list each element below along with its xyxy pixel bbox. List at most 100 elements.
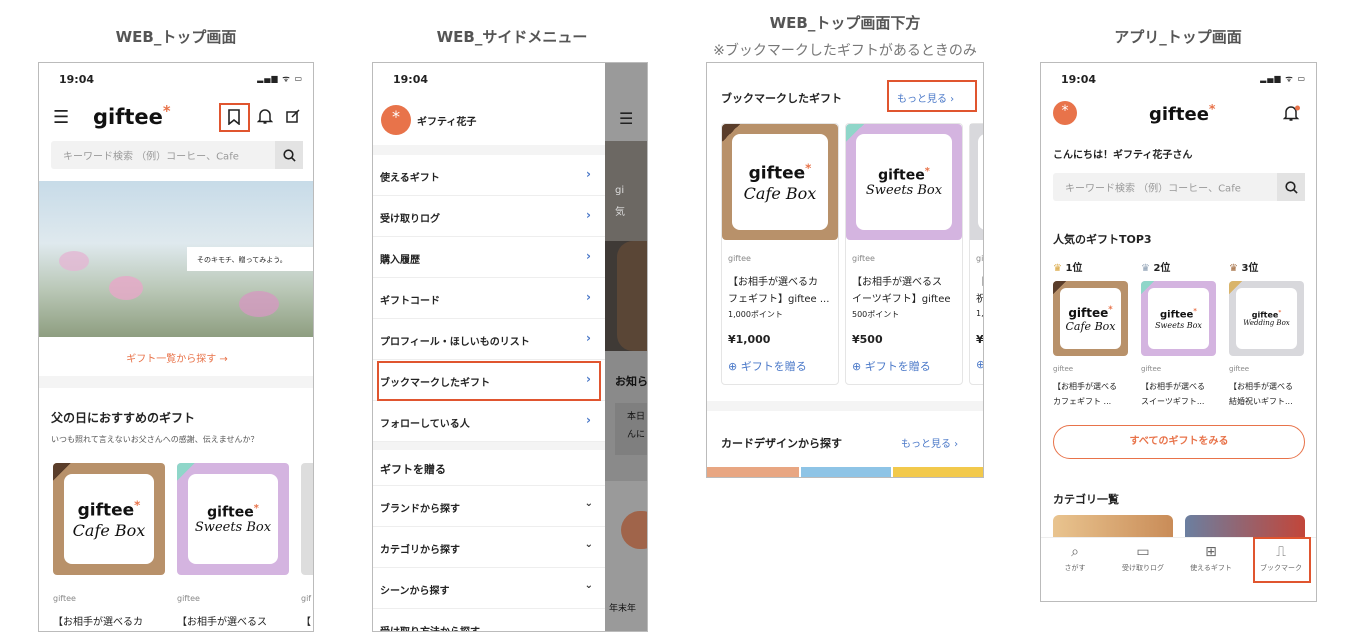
gift-card-thumb[interactable]: giftee* Sweets Box [1141,281,1216,356]
send-gift-button[interactable]: ⊕ [976,358,983,371]
card-brand: giftee [852,254,875,263]
card-price: ¥500 [852,333,883,346]
card-title: 【お相手が選べるス [852,277,942,288]
menu-item-usable-gifts[interactable]: 使えるギフト › [373,155,605,196]
avatar[interactable]: * [1053,101,1077,125]
hamburger-icon[interactable]: ☰ [619,109,633,128]
card-title: カフェギフト ... [1053,397,1112,406]
card-title: 【 [976,273,983,288]
divider [373,442,605,450]
label-app-top: アプリ_トップ画面 [1114,28,1242,46]
search-input[interactable]: キーワード検索 （例）コーヒー、Cafe [1053,173,1305,201]
bg-text: 年末年 [609,604,637,614]
bell-icon[interactable] [1282,105,1301,126]
category-title: カテゴリ一覧 [1053,493,1119,506]
crown-icon: ♛ [1141,263,1150,274]
highlight-bookmark-tab [1253,537,1311,583]
search-input[interactable]: キーワード検索 （例）コーヒー、Cafe [51,141,303,169]
browse-gifts-link[interactable]: ギフト一覧から探す → [39,350,313,365]
menu-item-by-brand[interactable]: ブランドから探す ⌄ [373,486,605,527]
gift-card-thumb[interactable]: giftee* Cafe Box [1053,281,1128,356]
card-design-thumb[interactable] [707,467,799,477]
menu-item-by-receive-method[interactable]: 受け取り方法から探す [373,609,605,631]
bookmark-card[interactable]: gi 【 祝 1,0 ¥1 ⊕ [969,123,984,385]
bg-text: 気 [615,207,625,218]
card-title[interactable]: 【お相手が選べるス [177,613,267,628]
status-bar: 19:04 [373,63,605,91]
status-bar: 19:04 ▂▄▆ ᯤ ▭ [39,63,313,91]
menu-item-by-scene[interactable]: シーンから探す ⌄ [373,568,605,609]
menu-item-following[interactable]: フォローしている人 › [373,401,605,442]
logo[interactable]: giftee* [93,103,171,129]
card-brand: gif [301,594,312,603]
menu-item-purchase-history[interactable]: 購入履歴 › [373,237,605,278]
card-title[interactable]: 【お相手が選べるカ [53,613,143,628]
send-gift-button[interactable]: ⊕ ギフトを贈る [852,358,931,374]
card-design-title: カードデザインから探す [721,437,842,450]
send-gift-button[interactable]: ⊕ ギフトを贈る [728,358,807,374]
card-design-thumb[interactable] [801,467,891,477]
card-title[interactable]: 【 [301,613,311,628]
gift-card-thumb[interactable]: giftee* Cafe Box [53,463,165,575]
tab-search[interactable]: ⌕ さがす [1041,538,1109,573]
label-web-bottom: WEB_トップ画面下方 [769,14,921,32]
card-brand: giftee [177,594,200,603]
bg-text: んに [627,430,646,440]
bookmark-card[interactable]: giftee* Sweets Box giftee 【お相手が選べるス イーツギ… [845,123,963,385]
gift-icon: ⊞ [1205,544,1217,560]
card-design-thumb[interactable] [893,467,983,477]
menu-item-profile-wishlist[interactable]: プロフィール・ほしいものリスト › [373,319,605,360]
status-icons: ▂▄▆ ᯤ ▭ [1260,74,1306,83]
label-web-bottom-note: ※ブックマークしたギフトがあるときのみ [713,43,977,59]
label-web-top: WEB_トップ画面 [115,28,237,46]
card-brand: gi [976,254,984,263]
see-all-gifts-button[interactable]: すべてのギフトをみる [1053,425,1305,459]
hamburger-icon[interactable]: ☰ [53,107,69,128]
tab-usable-gifts[interactable]: ⊞ 使えるギフト [1177,538,1245,573]
card-brand: giftee [1053,365,1074,373]
card-title: フェギフト】giftee ... [728,294,830,305]
gift-card-thumb[interactable]: giftee* Wedding Box [1229,281,1304,356]
web-top-screen: 19:04 ▂▄▆ ᯤ ▭ ☰ giftee* キーワード検索 （例）コーヒー、… [38,62,314,632]
category-thumb[interactable] [1053,515,1173,537]
tab-receive-log[interactable]: ▭ 受け取りログ [1109,538,1177,573]
card-design-more-link[interactable]: もっと見る › [901,435,958,450]
gift-card-thumb[interactable] [301,463,313,575]
card-title: スイーツギフト... [1141,397,1205,406]
search-icon[interactable] [275,141,303,169]
dimmed-page[interactable]: gi 気 お知ら 本日 んに 年末年 ☰ [605,63,648,631]
bookmark-card[interactable]: giftee* Cafe Box giftee 【お相手が選べるカ フェギフト】… [721,123,839,385]
status-time: 19:04 [59,73,95,86]
web-side-menu-screen: gi 気 お知ら 本日 んに 年末年 ☰ 19:04 * ギフティ花子 使えるギ… [372,62,648,632]
menu-item-gift-code[interactable]: ギフトコード › [373,278,605,319]
chevron-down-icon: ⌄ [584,580,593,591]
card-title: 祝 [976,290,983,305]
edit-icon[interactable] [285,108,301,128]
status-time: 19:04 [393,73,429,86]
gift-card-thumb[interactable]: giftee* Sweets Box [177,463,289,575]
chevron-right-icon: › [586,249,591,263]
card-price: ¥1 [976,333,984,346]
category-thumb[interactable] [1185,515,1305,537]
hero-banner[interactable]: そのキモチ、贈ってみよう。 [39,181,313,337]
bg-text: gi [615,185,625,196]
chevron-right-icon: › [586,413,591,427]
card-brand: giftee [1141,365,1162,373]
bell-icon[interactable] [256,108,274,129]
card-points: 1,0 [976,309,984,318]
menu-item-receive-log[interactable]: 受け取りログ › [373,196,605,237]
card-title: 【お相手が選べる [1229,382,1293,391]
label-web-side: WEB_サイドメニュー [436,28,588,46]
chevron-right-icon: › [586,167,591,181]
bg-text: お知ら [615,375,648,388]
crown-icon: ♛ [1053,263,1062,274]
avatar[interactable]: * [381,105,411,135]
search-icon[interactable] [1277,173,1305,201]
highlight-bookmark [219,103,250,132]
chevron-down-icon: ⌄ [584,498,593,509]
user-name[interactable]: ギフティ花子 [417,113,476,128]
menu-item-by-category[interactable]: カテゴリから探す ⌄ [373,527,605,568]
bookmark-section-title: ブックマークしたギフト [721,92,842,105]
card-brand: giftee [728,254,751,263]
rank-label: ♛ 2位 [1141,263,1171,274]
